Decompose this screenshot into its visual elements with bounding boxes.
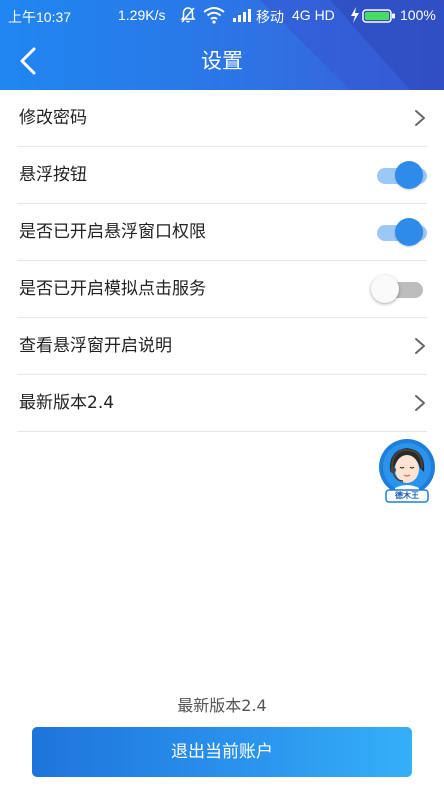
footer-version-text: 最新版本2.4: [177, 696, 267, 715]
app-header: 上午10:37 1.29K/s 移动 4G HD 100% 设置: [0, 0, 444, 90]
simulated-click-toggle[interactable]: [371, 275, 427, 303]
overlay-permission-toggle[interactable]: [373, 218, 427, 246]
settings-item-label: 是否已开启悬浮窗口权限: [19, 222, 206, 242]
floating-assistant-button[interactable]: 德木王: [376, 438, 438, 504]
settings-item-change-password[interactable]: 修改密码: [17, 90, 427, 147]
back-arrow-icon: [20, 47, 36, 75]
logout-button[interactable]: 退出当前账户: [32, 727, 412, 777]
battery-icon: [362, 9, 395, 23]
settings-item-label: 悬浮按钮: [19, 165, 87, 185]
chevron-right-icon: [415, 110, 425, 126]
status-battery-percent: 100%: [400, 7, 436, 23]
toggle-knob: [371, 275, 399, 303]
status-bar: 上午10:37 1.29K/s 移动 4G HD 100%: [0, 0, 444, 32]
signal-icon: [233, 9, 251, 22]
chevron-right-icon: [415, 395, 425, 411]
back-button[interactable]: [12, 44, 44, 78]
status-network-type: 4G HD: [292, 7, 335, 23]
settings-item-overlay-permission: 是否已开启悬浮窗口权限: [17, 204, 427, 261]
settings-item-label: 修改密码: [19, 108, 87, 128]
status-time: 上午10:37: [8, 9, 72, 25]
settings-list: 修改密码 悬浮按钮 是否已开启悬浮窗口权限 是否已开启模拟点击服务 查看悬浮窗开…: [0, 90, 444, 432]
title-bar: 设置: [0, 32, 444, 90]
toggle-knob: [395, 218, 423, 246]
charging-bolt-icon: [351, 7, 359, 23]
status-network-speed: 1.29K/s: [118, 7, 166, 23]
settings-item-simulated-click-service: 是否已开启模拟点击服务: [17, 261, 427, 318]
wifi-icon: [203, 7, 225, 24]
floating-button-toggle[interactable]: [373, 161, 427, 189]
settings-item-floating-window-guide[interactable]: 查看悬浮窗开启说明: [17, 318, 427, 375]
settings-item-label: 最新版本2.4: [19, 393, 115, 413]
status-carrier: 移动: [256, 9, 284, 25]
assistant-badge-label: 德木王: [395, 491, 419, 500]
bell-muted-icon: [180, 7, 196, 23]
settings-item-floating-button: 悬浮按钮: [17, 147, 427, 204]
settings-item-label: 是否已开启模拟点击服务: [19, 279, 206, 299]
settings-item-latest-version[interactable]: 最新版本2.4: [17, 375, 427, 432]
status-icons: [180, 6, 254, 24]
toggle-knob: [395, 161, 423, 189]
settings-item-label: 查看悬浮窗开启说明: [19, 336, 172, 356]
chevron-right-icon: [415, 338, 425, 354]
page-title: 设置: [201, 49, 243, 73]
